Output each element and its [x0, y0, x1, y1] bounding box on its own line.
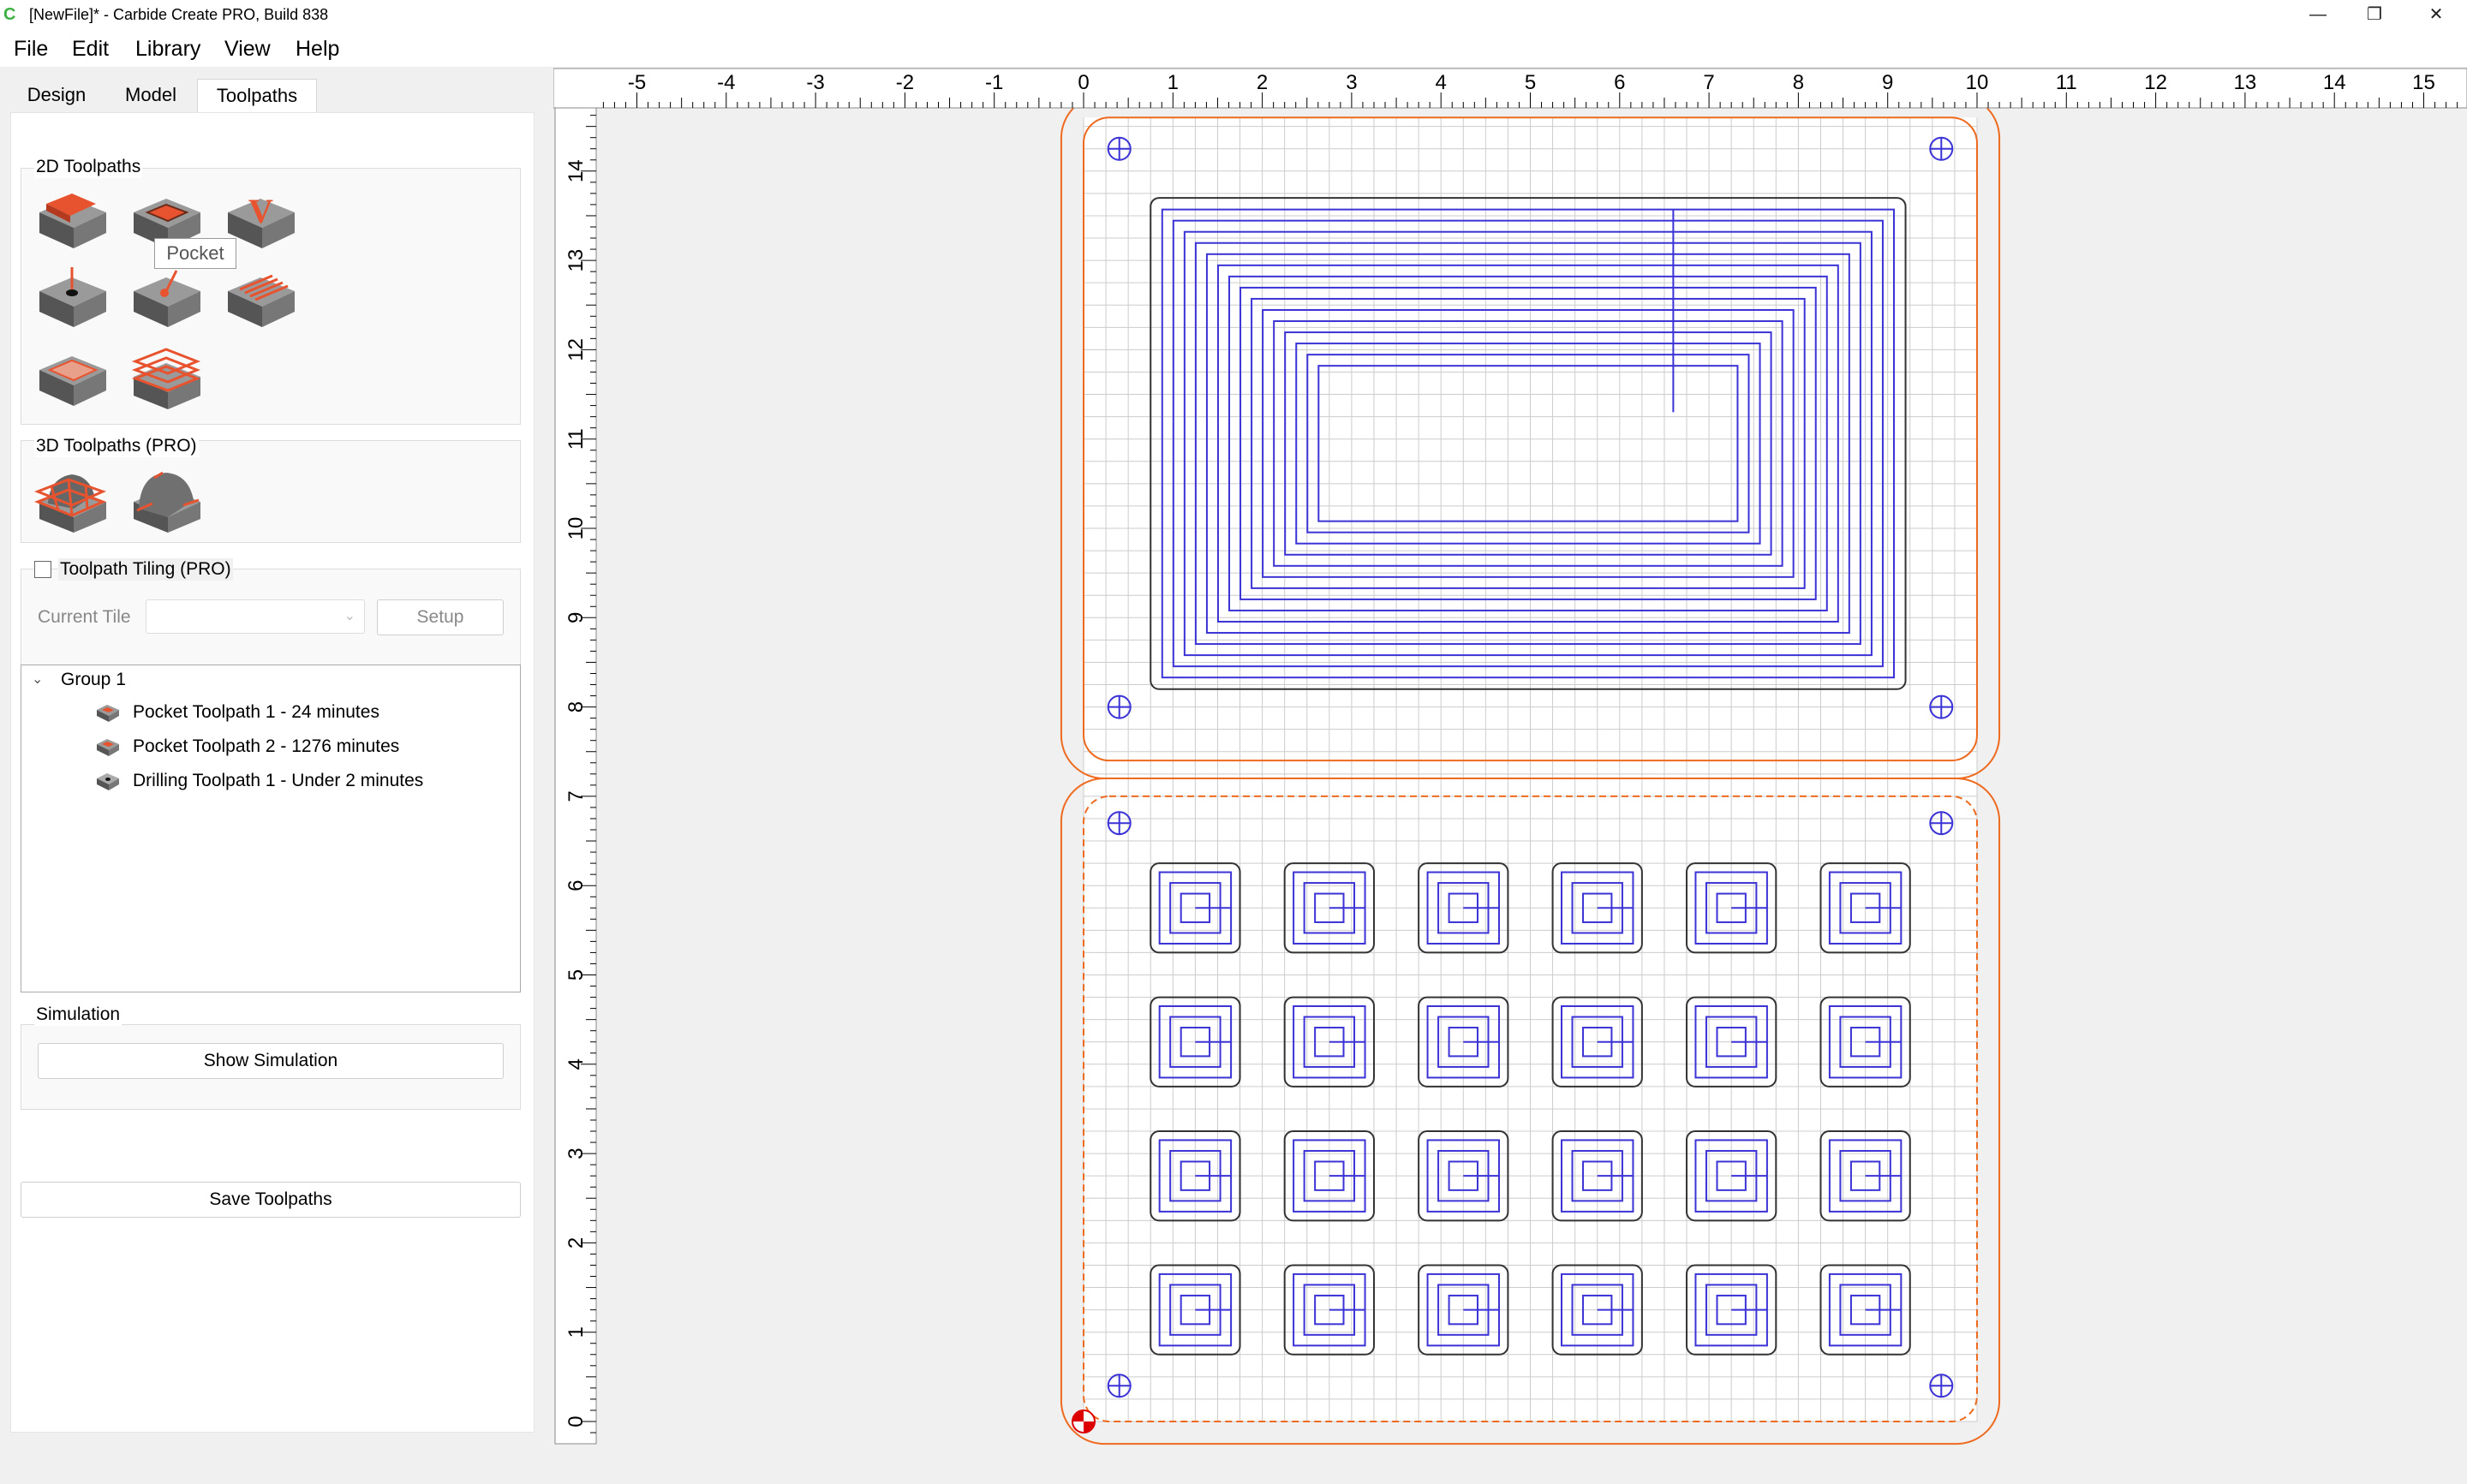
ruler-y-label: 7	[564, 790, 588, 802]
ruler-x-label: -2	[896, 71, 914, 94]
ruler-y-label: 2	[564, 1237, 588, 1249]
ruler-y-label: 5	[564, 969, 588, 980]
3d-finish-icon[interactable]	[128, 466, 206, 534]
window-title: [NewFile]* - Carbide Create PRO, Build 8…	[29, 6, 329, 23]
tab-toolpaths[interactable]: Toolpaths	[197, 79, 317, 113]
ruler-x-label: 10	[1966, 71, 1989, 94]
ruler-x-label: 9	[1882, 71, 1893, 94]
toolpaths-3d-label: 3D Toolpaths (PRO)	[34, 435, 199, 457]
left-panel: Design Model Toolpaths 2D Toolpaths V 3D…	[0, 67, 548, 1480]
drill-toolpath-icon	[97, 773, 119, 790]
maximize-button[interactable]: ❐	[2344, 0, 2405, 29]
ruler-y-label: 3	[564, 1147, 588, 1159]
canvas-area[interactable]: -5 -4 -3 -2 -1 0 1 2 3 4 5 6 7 8 9 10 11 12 13 14 15 0123456…	[553, 67, 2467, 1480]
ruler-x-label: 12	[2144, 71, 2167, 94]
minimize-button[interactable]: —	[2287, 0, 2349, 29]
ruler-y-label: 8	[564, 701, 588, 712]
pocket-tooltip: Pocket	[154, 238, 236, 269]
workspace-canvas[interactable]: -5 -4 -3 -2 -1 0 1 2 3 4 5 6 7 8 9 10 11 12 13 14 15 0123456…	[553, 67, 2467, 1480]
ruler-x-label: 3	[1346, 71, 1357, 94]
ruler-y-label: 14	[564, 159, 588, 182]
tiling-label: Toolpath Tiling (PRO)	[58, 558, 233, 581]
horizontal-ruler	[553, 68, 2467, 109]
ruler-x-label: 6	[1614, 71, 1625, 94]
toolpath-tree: ⌄ Group 1 Pocket Toolpath 1 - 24 minutes…	[21, 665, 521, 992]
pocket-toolpath-icon	[97, 705, 119, 722]
title-bar: C [NewFile]* - Carbide Create PRO, Build…	[0, 0, 2467, 29]
ruler-x-label: 11	[2056, 71, 2077, 94]
current-tile-label: Current Tile	[38, 607, 131, 627]
tree-item[interactable]: Pocket Toolpath 2 - 1276 minutes	[133, 736, 399, 758]
menu-library[interactable]: Library	[135, 36, 200, 62]
ruler-y-label: 12	[564, 338, 588, 361]
ruler-x-label: 7	[1703, 71, 1714, 94]
ruler-y-label: 10	[564, 517, 588, 540]
menu-help[interactable]: Help	[296, 36, 339, 62]
menu-view[interactable]: View	[224, 36, 271, 62]
pocket-toolpath-icon	[97, 739, 119, 756]
simulation-label: Simulation	[34, 1004, 122, 1026]
current-tile-select[interactable]: ⌄	[146, 599, 365, 634]
menu-file[interactable]: File	[14, 36, 48, 62]
drill-toolpath-icon[interactable]	[34, 265, 111, 334]
chevron-down-icon: ⌄	[343, 609, 355, 623]
origin-marker-icon	[1072, 1410, 1096, 1433]
show-simulation-button[interactable]: Show Simulation	[38, 1043, 504, 1079]
menu-bar: File Edit Library View Help	[0, 29, 2467, 67]
ruler-x-label: 1	[1168, 71, 1179, 94]
ruler-x-label: 15	[2412, 71, 2435, 94]
carbide-logo-icon: C	[3, 5, 16, 24]
ruler-y-label: 4	[564, 1058, 588, 1070]
ruler-x-label: 2	[1257, 71, 1268, 94]
collapse-chevron-icon[interactable]: ⌄	[32, 670, 43, 688]
tab-model[interactable]: Model	[106, 79, 195, 113]
save-toolpaths-button[interactable]: Save Toolpaths	[21, 1182, 521, 1218]
ruler-y-label: 11	[564, 428, 588, 450]
ruler-y-label: 0	[564, 1415, 588, 1427]
ruler-x-label: -5	[628, 71, 646, 94]
ruler-x-label: -3	[806, 71, 824, 94]
contour-toolpath-icon[interactable]	[34, 187, 111, 255]
ruler-x-label: 14	[2323, 71, 2346, 94]
texture-toolpath-icon[interactable]	[223, 265, 300, 334]
close-button[interactable]: ✕	[2405, 0, 2467, 29]
setup-button[interactable]: Setup	[377, 599, 504, 635]
ruler-x-label: -4	[717, 71, 735, 94]
tree-group-label[interactable]: Group 1	[61, 669, 126, 691]
advanced-vcarve-icon[interactable]	[128, 265, 206, 334]
ruler-y-label: 9	[564, 612, 588, 623]
3d-rough-icon[interactable]	[34, 466, 111, 534]
ruler-x-label: 0	[1078, 71, 1089, 94]
toolpaths-2d-label: 2D Toolpaths	[34, 156, 143, 178]
tree-item[interactable]: Drilling Toolpath 1 - Under 2 minutes	[133, 770, 423, 792]
ruler-x-label: 4	[1436, 71, 1447, 94]
svg-text:V: V	[248, 192, 273, 230]
ruler-x-label: -1	[985, 71, 1003, 94]
ruler-x-label: 13	[2234, 71, 2257, 94]
tab-design[interactable]: Design	[12, 79, 101, 113]
rough-pocket-icon[interactable]	[34, 344, 111, 413]
tiling-checkbox[interactable]	[34, 561, 51, 578]
ruler-y-label: 6	[564, 880, 588, 891]
menu-edit[interactable]: Edit	[72, 36, 109, 62]
adaptive-toolpath-icon[interactable]	[128, 344, 206, 413]
ruler-x-label: 8	[1793, 71, 1804, 94]
tree-item[interactable]: Pocket Toolpath 1 - 24 minutes	[133, 701, 379, 724]
ruler-y-label: 1	[564, 1326, 588, 1338]
ruler-y-label: 13	[564, 249, 588, 272]
ruler-x-label: 5	[1525, 71, 1536, 94]
